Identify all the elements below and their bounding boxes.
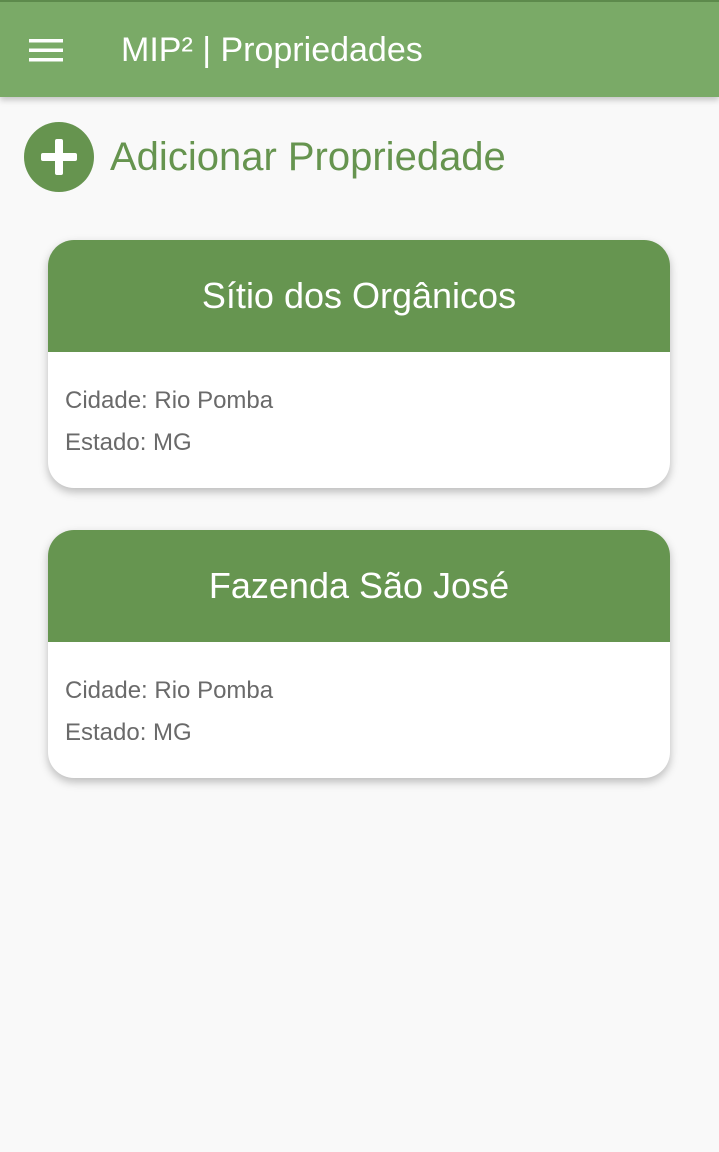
- add-property-label: Adicionar Propriedade: [110, 135, 506, 179]
- plus-circle-icon: [24, 122, 94, 192]
- property-state: Estado: MG: [65, 429, 192, 456]
- property-city: Cidade: Rio Pomba: [65, 387, 274, 414]
- property-card-body: Cidade: Rio Pomba Estado: MG: [48, 642, 670, 754]
- property-card-header: Sítio dos Orgânicos: [48, 240, 670, 352]
- property-card-body: Cidade: Rio Pomba Estado: MG: [48, 352, 670, 464]
- page-title: MIP² | Propriedades: [121, 31, 423, 69]
- property-city: Cidade: Rio Pomba: [65, 677, 274, 704]
- add-property-button[interactable]: Adicionar Propriedade: [24, 122, 506, 192]
- property-state: Estado: MG: [65, 719, 192, 746]
- property-card[interactable]: Fazenda São José Cidade: Rio Pomba Estad…: [48, 530, 670, 778]
- menu-button[interactable]: [18, 24, 74, 76]
- hamburger-menu-icon: [29, 37, 63, 63]
- property-card-header: Fazenda São José: [48, 530, 670, 642]
- property-card[interactable]: Sítio dos Orgânicos Cidade: Rio Pomba Es…: [48, 240, 670, 488]
- property-name: Fazenda São José: [208, 565, 510, 606]
- app-bar: MIP² | Propriedades: [0, 0, 719, 97]
- property-name: Sítio dos Orgânicos: [201, 275, 517, 316]
